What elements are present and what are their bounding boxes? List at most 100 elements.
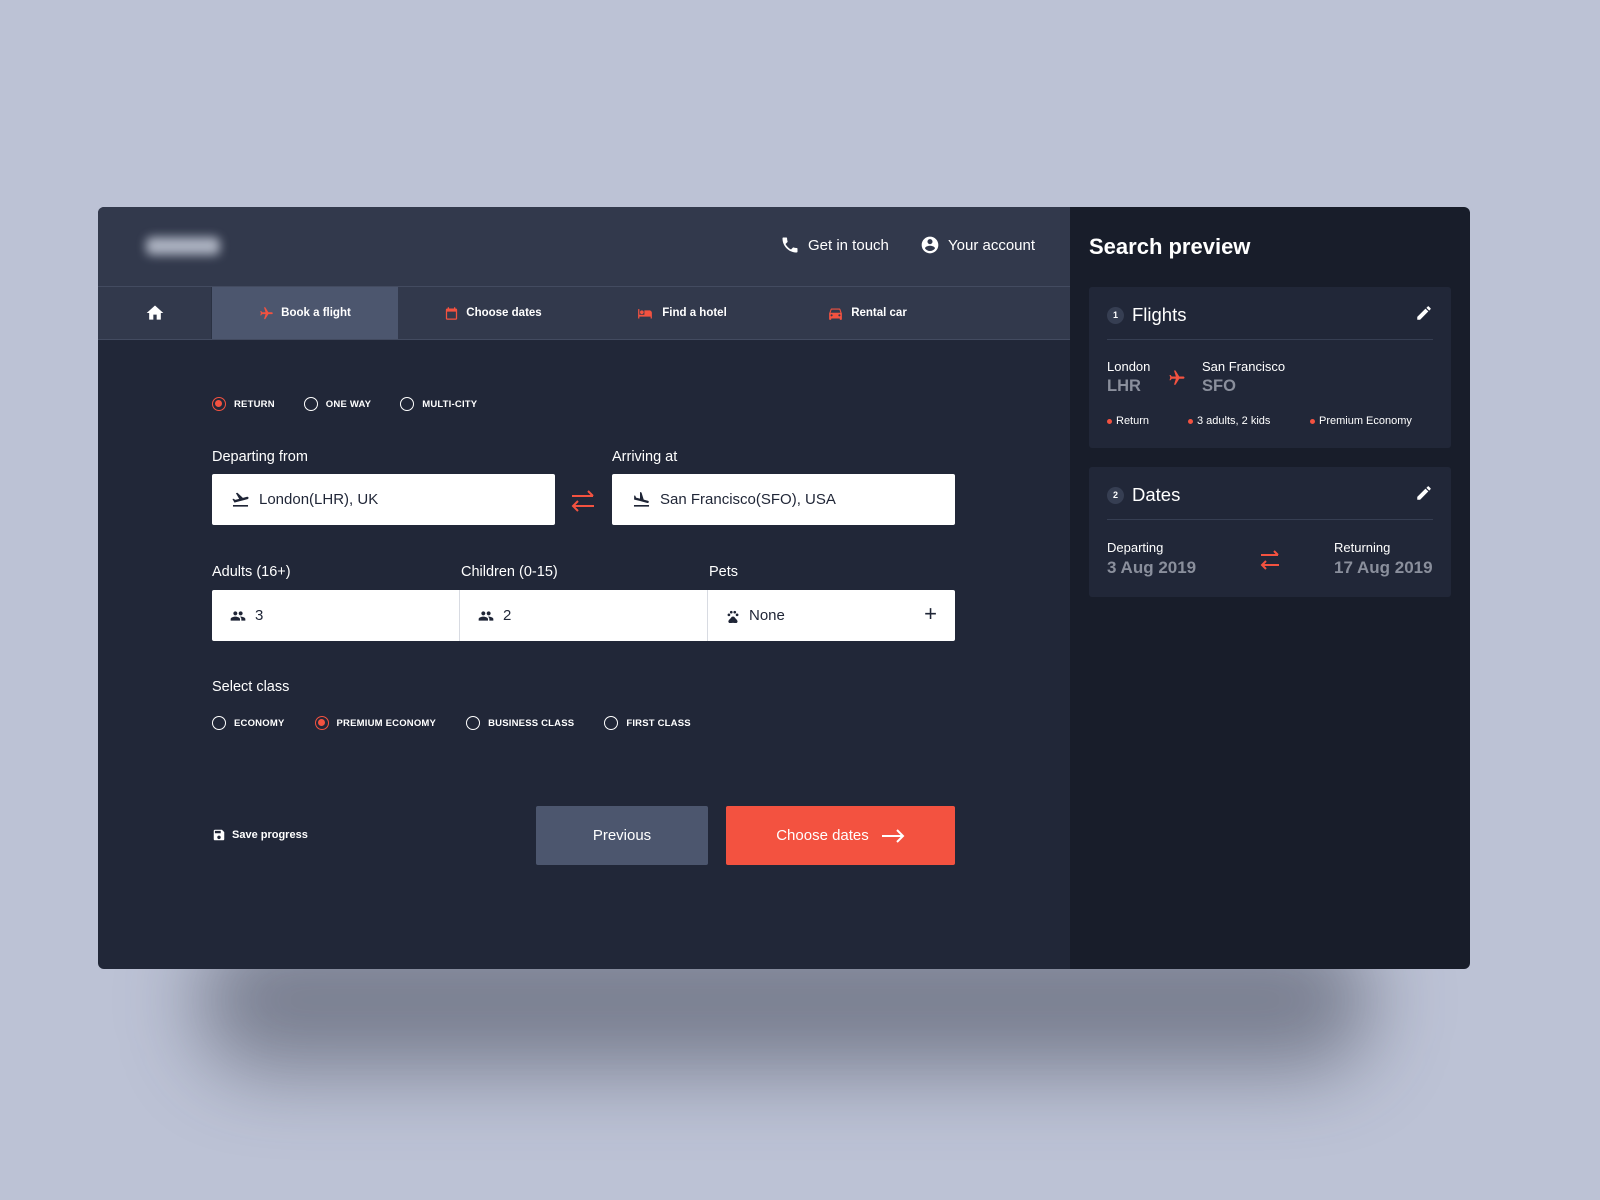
tab-home[interactable] (98, 287, 212, 339)
radio-dot (604, 716, 619, 730)
search-preview-title: Search preview (1089, 234, 1251, 259)
radio-premium-economy[interactable]: PREMIUM ECONOMY (314, 716, 437, 730)
arrow-right-icon (881, 828, 905, 843)
car-icon (829, 308, 843, 320)
booking-app: Get in touch Your account Book a flight … (98, 207, 1470, 969)
departing-from-value: London(LHR), UK (259, 491, 379, 508)
departing-date-summary: Departing 3 Aug 2019 (1107, 540, 1196, 578)
tab-label: Book a flight (281, 307, 351, 319)
your-account-link[interactable]: Your account (920, 235, 1035, 255)
swap-route-button[interactable] (569, 487, 597, 515)
radio-dot (466, 716, 481, 730)
tab-rental-car[interactable]: Rental car (774, 287, 960, 339)
radio-label: MULTI-CITY (422, 398, 478, 410)
booking-form-panel: Get in touch Your account Book a flight … (98, 207, 1070, 969)
radio-one-way[interactable]: ONE WAY (303, 397, 371, 411)
children-label: Children (0-15) (461, 564, 558, 580)
radio-multi-city[interactable]: MULTI-CITY (400, 397, 477, 411)
returning-date: 17 Aug 2019 (1334, 558, 1433, 577)
adults-label: Adults (16+) (212, 564, 291, 580)
bed-icon (638, 308, 653, 318)
trip-type-group: RETURN ONE WAY MULTI-CITY (212, 397, 477, 411)
previous-button[interactable]: Previous (536, 806, 708, 865)
departing-from-input[interactable]: London(LHR), UK (212, 474, 555, 525)
adults-value: 3 (255, 607, 264, 624)
destination-summary: San Francisco SFO (1202, 359, 1285, 396)
people-icon (478, 610, 494, 621)
tab-choose-dates[interactable]: Choose dates (398, 287, 588, 339)
edit-dates-icon[interactable] (1415, 484, 1433, 502)
divider (1107, 519, 1433, 520)
destination-code: SFO (1202, 377, 1236, 395)
radio-label: RETURN (234, 398, 275, 410)
origin-city: London (1107, 359, 1151, 374)
step-nav: Book a flight Choose dates Find a hotel … (98, 287, 1070, 340)
pets-label: Pets (709, 564, 739, 580)
pets-value: None (749, 607, 785, 624)
plane-landing-icon (633, 492, 650, 507)
tab-label: Find a hotel (662, 307, 727, 319)
previous-label: Previous (592, 827, 652, 844)
paw-icon (727, 610, 739, 623)
pets-input[interactable]: None + (708, 590, 955, 641)
add-pet-button[interactable]: + (924, 603, 937, 625)
radio-label: FIRST CLASS (626, 717, 691, 729)
account-circle-icon (921, 236, 939, 254)
radio-label: ECONOMY (234, 717, 285, 729)
returning-label: Returning (1334, 540, 1391, 555)
radio-dot (314, 716, 329, 730)
plane-icon (1169, 370, 1185, 385)
home-icon (146, 305, 163, 320)
dates-card-header: 2 Dates (1107, 484, 1180, 506)
children-value: 2 (503, 607, 512, 624)
your-account-label: Your account (948, 236, 1036, 254)
radio-dot (212, 716, 226, 730)
radio-economy[interactable]: ECONOMY (212, 716, 285, 730)
search-preview-panel: Search preview 1 Flights London LHR San … (1070, 207, 1470, 969)
origin-summary: London LHR (1107, 359, 1150, 396)
save-progress-label: Save progress (232, 829, 308, 841)
step-number: 1 (1107, 306, 1124, 324)
departing-from-label: Departing from (212, 449, 308, 465)
step-number: 2 (1107, 486, 1124, 504)
radio-label: PREMIUM ECONOMY (336, 717, 437, 729)
edit-flights-icon[interactable] (1415, 304, 1433, 322)
radio-dot (212, 397, 226, 411)
save-progress-button[interactable]: Save progress (212, 828, 308, 842)
tab-find-a-hotel[interactable]: Find a hotel (588, 287, 774, 339)
tab-label: Choose dates (466, 307, 542, 319)
tab-book-a-flight[interactable]: Book a flight (212, 287, 398, 339)
tag-class: Premium Economy (1310, 415, 1412, 427)
radio-dot (303, 397, 318, 411)
flights-card-title: Flights (1132, 304, 1187, 325)
choose-dates-button[interactable]: Choose dates (726, 806, 955, 865)
choose-dates-label: Choose dates (776, 827, 869, 844)
departing-label: Departing (1107, 540, 1164, 555)
get-in-touch-label: Get in touch (808, 236, 889, 254)
tag-passengers: 3 adults, 2 kids (1188, 415, 1270, 427)
plane-icon (260, 306, 273, 319)
flights-summary-card: 1 Flights London LHR San Francisco SFO R… (1089, 287, 1451, 448)
select-class-label: Select class (212, 679, 290, 695)
round-trip-icon (1260, 550, 1279, 570)
arriving-at-input[interactable]: San Francisco(SFO), USA (612, 474, 955, 525)
get-in-touch-link[interactable]: Get in touch (780, 235, 889, 255)
adults-input[interactable]: 3 (212, 590, 460, 641)
departing-date: 3 Aug 2019 (1107, 558, 1197, 577)
people-icon (230, 610, 246, 621)
radio-first-class[interactable]: FIRST CLASS (604, 716, 691, 730)
dates-card-title: Dates (1132, 484, 1181, 505)
class-group: ECONOMY PREMIUM ECONOMY BUSINESS CLASS F… (212, 716, 721, 730)
flights-card-header: 1 Flights (1107, 304, 1187, 326)
children-input[interactable]: 2 (460, 590, 708, 641)
divider (1107, 339, 1433, 340)
destination-city: San Francisco (1202, 359, 1286, 374)
radio-return[interactable]: RETURN (212, 397, 275, 411)
arriving-at-label: Arriving at (612, 449, 678, 465)
radio-label: BUSINESS CLASS (488, 717, 575, 729)
tab-label: Rental car (851, 307, 907, 319)
logo[interactable] (146, 237, 220, 255)
phone-icon (782, 237, 798, 253)
radio-business-class[interactable]: BUSINESS CLASS (466, 716, 574, 730)
top-header: Get in touch Your account (98, 207, 1070, 287)
